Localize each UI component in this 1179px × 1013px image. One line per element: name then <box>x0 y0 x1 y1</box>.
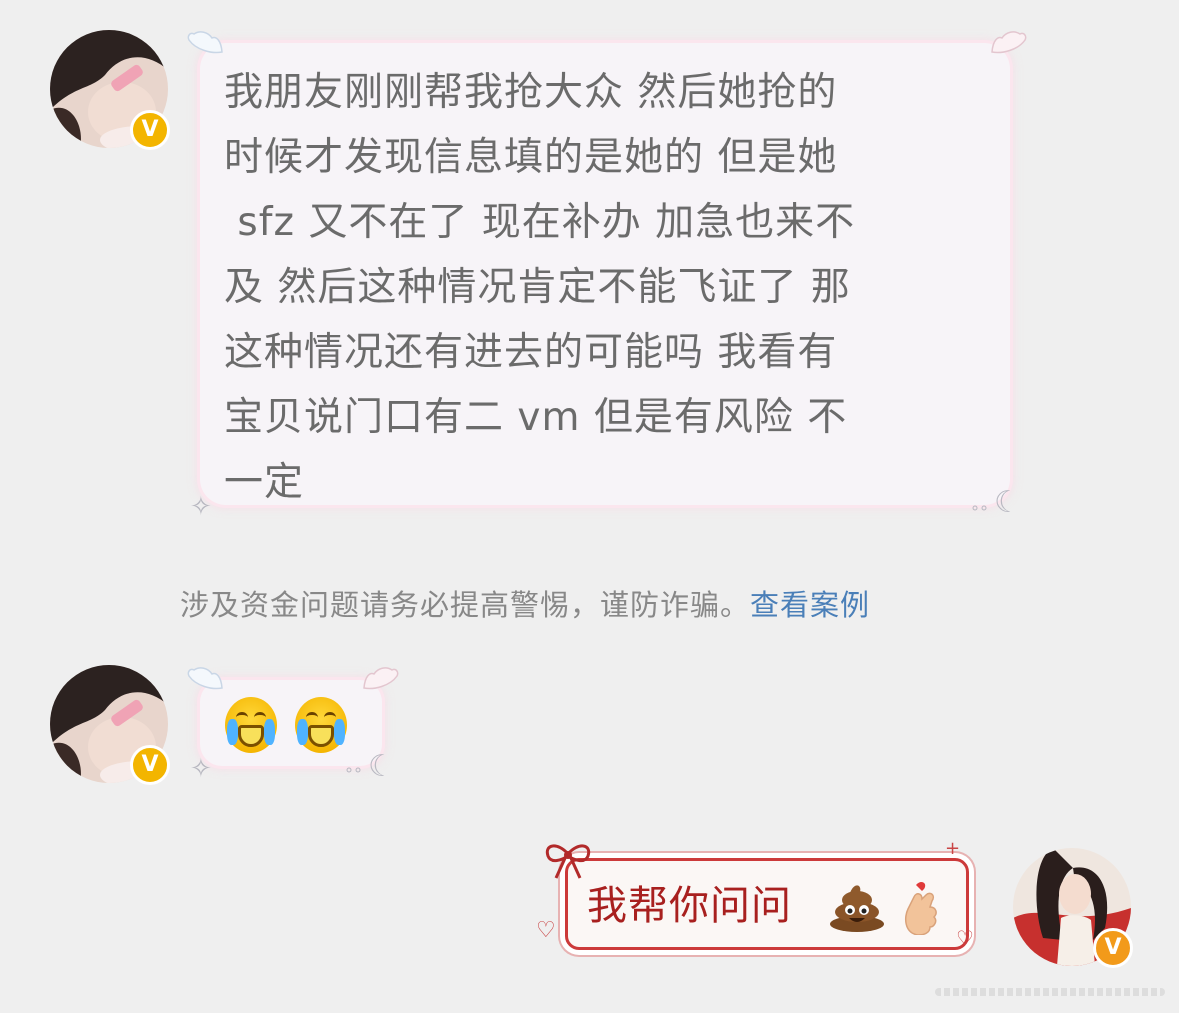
dots-icon: ∘∘ <box>970 498 989 517</box>
heart-outline-icon: ♡ <box>956 926 974 950</box>
dots-icon: ∘∘ <box>344 760 363 779</box>
verified-badge-icon: V <box>1093 928 1133 968</box>
my-avatar[interactable]: V <box>1013 848 1133 968</box>
friend-avatar[interactable]: V <box>50 30 170 150</box>
angel-wing-icon <box>187 667 223 690</box>
moon-icon: ☾ <box>994 485 1021 520</box>
angel-wing-icon <box>363 667 399 690</box>
poop-emoji <box>830 885 884 932</box>
loudly-crying-face-emoji <box>225 697 277 753</box>
watermark-bar <box>935 988 1165 996</box>
ribbon-bow-icon <box>545 844 591 879</box>
notice-text: 涉及资金问题请务必提高警惕，谨防诈骗。 <box>180 588 751 622</box>
message-text: 我朋友刚刚帮我抢大众 然后她抢的 时候才发现信息填的是她的 但是她 sfz 又不… <box>224 70 856 505</box>
friend-avatar[interactable]: V <box>50 665 170 785</box>
angel-wing-icon <box>991 31 1027 54</box>
sparkle-icon: ✧ <box>190 492 212 522</box>
fraud-warning-notice: 涉及资金问题请务必提高警惕，谨防诈骗。查看案例 <box>180 582 870 624</box>
verified-badge-icon: V <box>130 745 170 785</box>
moon-icon: ☾ <box>368 749 395 784</box>
verified-badge-icon: V <box>130 110 170 150</box>
sparkle-icon: ✧ <box>190 754 212 784</box>
angel-wing-icon <box>187 31 223 54</box>
heart-outline-icon: ♡ <box>536 918 556 943</box>
view-cases-link[interactable]: 查看案例 <box>750 588 870 622</box>
plus-sparkle-icon: + <box>945 838 961 859</box>
finger-heart-emoji <box>904 882 937 935</box>
loudly-crying-face-emoji <box>295 697 347 753</box>
my-message-text: 我帮你问问 <box>587 883 792 929</box>
